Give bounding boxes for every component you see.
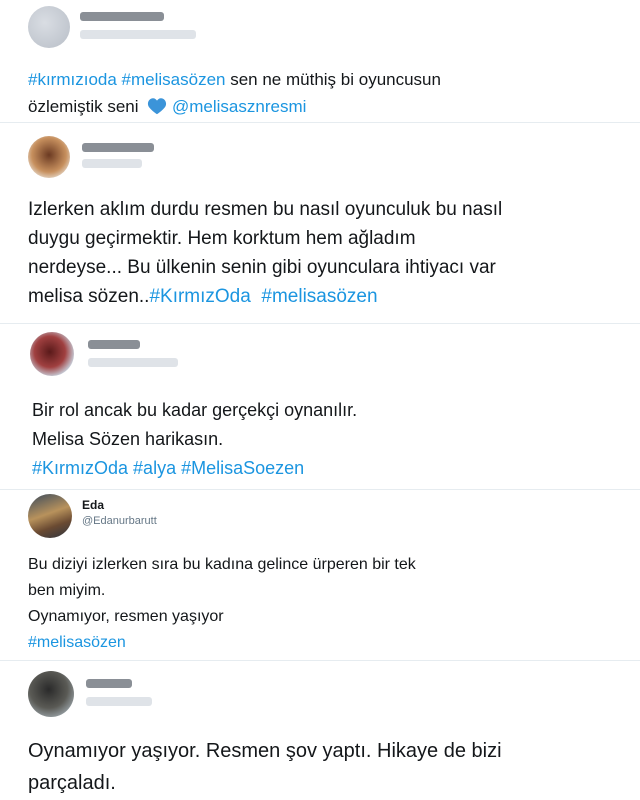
user-handle[interactable] xyxy=(88,358,178,367)
avatar[interactable] xyxy=(30,332,74,376)
user-handle[interactable] xyxy=(80,30,196,39)
tweet-text-segment: Bu diziyi izlerken sıra bu kadına gelinc… xyxy=(28,556,416,573)
tweet-line: #melisasözen xyxy=(28,630,620,656)
tweet-line: #KırmızOda #alya #MelisaSoezen xyxy=(32,454,620,483)
avatar[interactable] xyxy=(28,136,70,178)
tweet-text-segment: parçaladı. xyxy=(28,772,116,794)
user-name[interactable] xyxy=(80,12,164,21)
tweet-text: Bir rol ancak bu kadar gerçekçi oynanılı… xyxy=(32,396,620,483)
tweet-text-segment: Oynamıyor yaşıyor. Resmen şov yaptı. Hik… xyxy=(28,740,502,762)
tweet[interactable]: #kırmızıoda #melisasözen sen ne müthiş b… xyxy=(0,0,640,122)
user-name[interactable] xyxy=(88,340,140,349)
tweet-text: Bu diziyi izlerken sıra bu kadına gelinc… xyxy=(28,552,620,656)
tweet-line: özlemiştik seni @melisasznresmi xyxy=(28,93,620,123)
user-handle[interactable] xyxy=(86,697,152,706)
tweet-text-segment: Melisa Sözen harikasın. xyxy=(32,429,224,449)
hashtag-link[interactable]: #alya xyxy=(133,458,176,478)
tweet-text-segment: ben miyim. xyxy=(28,582,106,599)
tweet-text: Izlerken aklım durdu resmen bu nasıl oyu… xyxy=(28,195,620,311)
tweet-line: duygu geçirmektir. Hem korktum hem ağlad… xyxy=(28,224,620,253)
tweet-text-segment: nerdeyse... Bu ülkenin senin gibi oyuncu… xyxy=(28,257,496,278)
tweet-line: Melisa Sözen harikasın. xyxy=(32,425,620,454)
tweet[interactable]: Bir rol ancak bu kadar gerçekçi oynanılı… xyxy=(0,324,640,489)
tweet-line: ben miyim. xyxy=(28,578,620,604)
user-name[interactable] xyxy=(82,143,154,152)
tweet-text-segment: duygu geçirmektir. Hem korktum hem ağlad… xyxy=(28,228,416,249)
tweet-line: Oynamıyor yaşıyor. Resmen şov yaptı. Hik… xyxy=(28,735,620,767)
tweet[interactable]: Oynamıyor yaşıyor. Resmen şov yaptı. Hik… xyxy=(0,661,640,800)
avatar[interactable] xyxy=(28,671,74,717)
hashtag-link[interactable]: #MelisaSoezen xyxy=(181,458,304,478)
mention-link[interactable]: @melisasznresmi xyxy=(172,97,306,116)
tweet[interactable]: Eda @Edanurbarutt Bu diziyi izlerken sır… xyxy=(0,490,640,660)
user-handle[interactable]: @Edanurbarutt xyxy=(82,515,157,527)
tweet-line: Oynamıyor, resmen yaşıyor xyxy=(28,604,620,630)
tweet-text-segment: sen ne müthiş bi oyuncusun xyxy=(225,70,441,89)
tweet-line: Izlerken aklım durdu resmen bu nasıl oyu… xyxy=(28,195,620,224)
tweet-text-segment: özlemiştik seni xyxy=(28,97,144,116)
tweet-text: #kırmızıoda #melisasözen sen ne müthiş b… xyxy=(28,66,620,123)
tweet-text-segment: Oynamıyor, resmen yaşıyor xyxy=(28,608,224,625)
tweet-line: #kırmızıoda #melisasözen sen ne müthiş b… xyxy=(28,66,620,93)
hashtag-link[interactable]: #KırmızOda xyxy=(32,458,128,478)
user-name[interactable] xyxy=(86,679,132,688)
user-handle[interactable] xyxy=(82,159,142,168)
tweet-text-segment: Bir rol ancak bu kadar gerçekçi oynanılı… xyxy=(32,400,358,420)
tweet-line: melisa sözen..#KırmızOda #melisasözen xyxy=(28,282,620,311)
tweet-text-segment xyxy=(251,286,262,307)
tweet-text-segment: Izlerken aklım durdu resmen bu nasıl oyu… xyxy=(28,199,503,220)
blue-heart-icon xyxy=(147,96,167,123)
avatar[interactable] xyxy=(28,6,70,48)
tweet-line: Bir rol ancak bu kadar gerçekçi oynanılı… xyxy=(32,396,620,425)
tweet-line: Bu diziyi izlerken sıra bu kadına gelinc… xyxy=(28,552,620,578)
tweet-line: nerdeyse... Bu ülkenin senin gibi oyuncu… xyxy=(28,253,620,282)
hashtag-link[interactable]: #KırmızOda xyxy=(149,286,250,307)
hashtag-link[interactable]: #melisasözen xyxy=(28,634,126,651)
hashtag-link[interactable]: #melisasözen xyxy=(261,286,377,307)
avatar[interactable] xyxy=(28,494,72,538)
tweet-text-segment: melisa sözen.. xyxy=(28,286,150,307)
tweet[interactable]: Izlerken aklım durdu resmen bu nasıl oyu… xyxy=(0,123,640,323)
tweet-line: parçaladı. xyxy=(28,767,620,799)
tweet-text: Oynamıyor yaşıyor. Resmen şov yaptı. Hik… xyxy=(28,735,620,799)
user-name[interactable]: Eda xyxy=(82,498,104,512)
hashtag-link[interactable]: #kırmızıoda xyxy=(28,70,117,89)
hashtag-link[interactable]: #melisasözen xyxy=(122,70,226,89)
